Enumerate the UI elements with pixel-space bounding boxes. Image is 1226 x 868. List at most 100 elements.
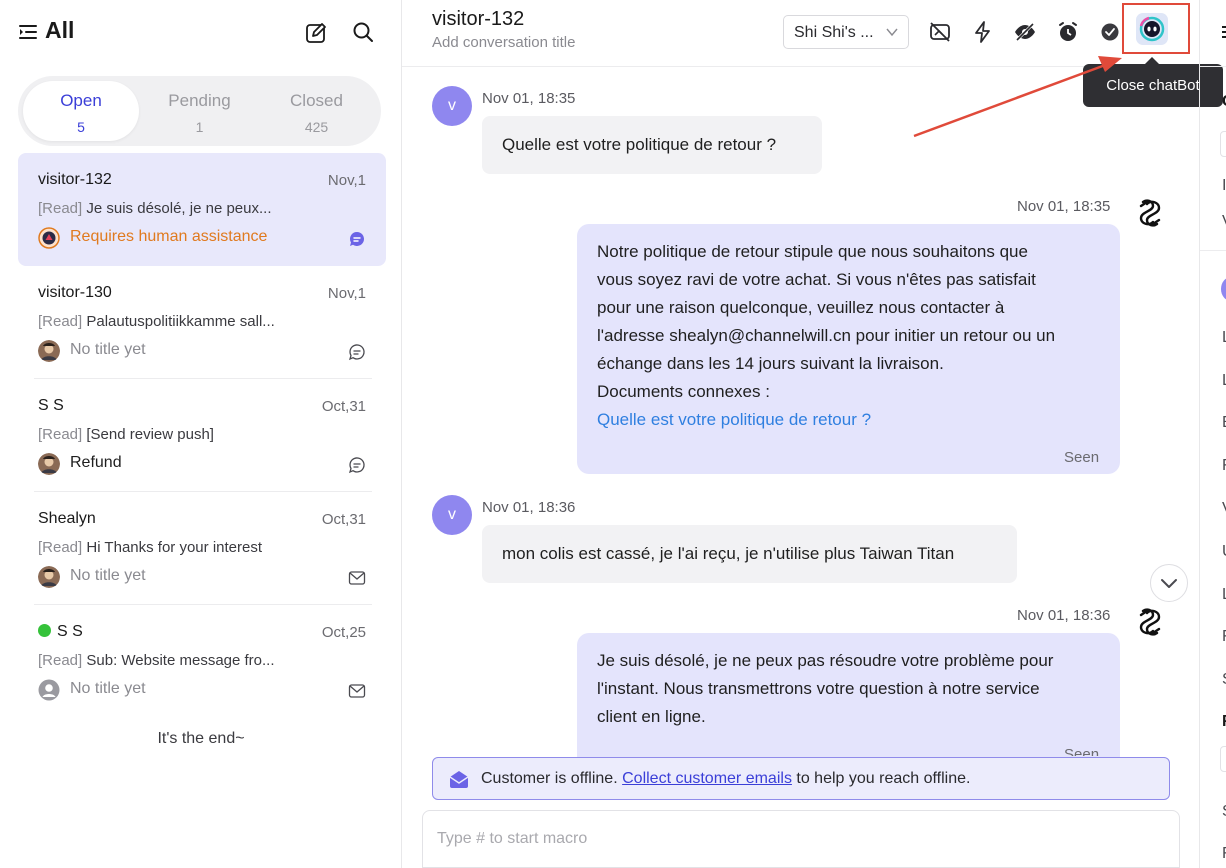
tab-closed[interactable]: Closed 425 [259, 81, 374, 141]
chevron-down-icon [886, 28, 898, 37]
tab-pending[interactable]: Pending 1 [142, 81, 257, 141]
panel-label-fragment: F [1222, 845, 1226, 863]
email-channel-icon [348, 571, 366, 585]
conversation-date: Oct,31 [321, 511, 366, 528]
assignee-select[interactable]: Shi Shi's ... [783, 15, 909, 49]
conversation-preview: [Read] Sub: Website message fro... [38, 652, 275, 669]
message-time: Nov 01, 18:36 [1017, 607, 1111, 624]
chat-channel-icon [349, 231, 364, 246]
conversation-name: Shealyn [38, 510, 96, 527]
panel-label-fragment: I [1222, 177, 1226, 195]
preview-text: Hi Thanks for your interest [86, 539, 263, 556]
related-doc-link[interactable]: Quelle est votre politique de retour ? [597, 406, 1100, 434]
sidebar-title: All [45, 17, 75, 43]
mail-icon [449, 771, 469, 788]
tab-label: Pending [168, 91, 231, 110]
conversation-preview: [Read] [Send review push] [38, 426, 214, 443]
add-title-link[interactable]: Add conversation title [432, 34, 575, 51]
seen-status: Seen [1064, 449, 1100, 466]
sidebar-header: All [0, 0, 402, 64]
seen-status: Seen [1064, 746, 1100, 756]
message-line: l'instant. Nous transmettrons votre ques… [597, 679, 1040, 698]
chatbot-toggle-button[interactable] [1136, 13, 1168, 45]
message-time: Nov 01, 18:35 [482, 90, 576, 107]
message-line: vous soyez ravi de votre achat. Si vous … [597, 270, 1036, 289]
offline-suffix: to help you reach offline. [796, 770, 971, 787]
tab-open[interactable]: Open 5 [23, 81, 139, 141]
conversation-title: No title yet [70, 567, 146, 584]
conversation-date: Nov,1 [327, 285, 366, 302]
menu-collapse-icon[interactable] [18, 22, 38, 42]
compose-icon[interactable] [304, 21, 328, 45]
message-line: échange dans les 14 jours suivant la liv… [597, 354, 944, 373]
conversation-item[interactable]: S S Oct,25 [Read] Sub: Website message f… [18, 605, 386, 718]
conversation-item[interactable]: visitor-130 Nov,1 [Read] Palautuspolitii… [18, 266, 386, 379]
conversation-title: No title yet [70, 341, 146, 358]
video-off-icon[interactable] [928, 20, 952, 44]
conversation-title: No title yet [70, 680, 146, 697]
online-status-dot [38, 624, 51, 637]
chatbot-icon [1139, 16, 1165, 42]
incoming-message: Quelle est votre politique de retour ? [482, 116, 822, 174]
conversation-name: visitor-132 [38, 171, 112, 188]
panel-field[interactable] [1220, 131, 1226, 157]
panel-avatar [1221, 277, 1226, 301]
conversation-date: Nov,1 [327, 172, 366, 189]
snooze-alarm-icon[interactable] [1056, 20, 1080, 44]
message-time: Nov 01, 18:35 [1017, 198, 1111, 215]
list-end-text: It's the end~ [157, 730, 245, 747]
status-tabs: Open 5 Pending 1 Closed 425 [18, 76, 381, 146]
message-line: client en ligne. [597, 707, 706, 726]
message-time: Nov 01, 18:36 [482, 499, 576, 516]
conversation-sidebar: All Open 5 Pending 1 Closed 425 visitor-… [0, 0, 402, 868]
conversation-item[interactable]: visitor-132 Nov,1 [Read] Je suis désolé,… [18, 153, 386, 266]
conversation-preview: [Read] Palautuspolitiikkamme sall... [38, 313, 275, 330]
conversation-title: visitor-132 [432, 8, 525, 30]
chat-channel-icon [348, 457, 365, 474]
visitor-avatar: v [432, 86, 472, 126]
conversation-date: Oct,31 [321, 398, 366, 415]
tab-count: 5 [77, 119, 85, 135]
read-tag: [Read] [38, 313, 83, 330]
tab-count: 425 [304, 119, 329, 135]
outgoing-message: Notre politique de retour stipule que no… [577, 224, 1120, 474]
conversation-preview: [Read] Hi Thanks for your interest [38, 539, 262, 556]
user-photo-avatar [38, 453, 60, 475]
read-tag: [Read] [38, 652, 83, 669]
divider [1200, 250, 1226, 251]
preview-text: Je suis désolé, je ne peux... [86, 200, 272, 217]
preview-text: [Send review push] [86, 426, 214, 443]
search-icon[interactable] [351, 20, 375, 44]
eye-hidden-icon[interactable] [1013, 20, 1037, 44]
read-tag: [Read] [38, 539, 83, 556]
panel-label-fragment: V [1222, 500, 1226, 518]
panel-label-fragment: U [1222, 543, 1226, 561]
conversation-item[interactable]: S S Oct,31 [Read] [Send review push] Ref… [18, 379, 386, 492]
panel-label-fragment: L [1222, 329, 1226, 347]
outgoing-message: Je suis désolé, je ne peux pas résoudre … [577, 633, 1120, 757]
default-user-avatar-icon [38, 679, 60, 701]
tab-count: 1 [195, 119, 204, 135]
conversation-name-text: S S [57, 623, 83, 640]
panel-label-fragment: L [1222, 372, 1226, 390]
lightning-icon[interactable] [971, 20, 995, 44]
scroll-to-bottom-button[interactable] [1150, 564, 1188, 602]
read-tag: [Read] [38, 426, 83, 443]
incoming-message: mon colis est cassé, je l'ai reçu, je n'… [482, 525, 1017, 583]
collect-emails-link[interactable]: Collect customer emails [622, 770, 792, 787]
resolve-check-icon[interactable] [1098, 20, 1122, 44]
panel-field[interactable] [1220, 746, 1226, 772]
conversation-preview: [Read] Je suis désolé, je ne peux... [38, 200, 272, 217]
offline-text: Customer is offline. Collect customer em… [481, 770, 970, 788]
conversation-item[interactable]: Shealyn Oct,31 [Read] Hi Thanks for your… [18, 492, 386, 605]
alert-avatar-icon [38, 227, 60, 249]
preview-text: Palautuspolitiikkamme sall... [86, 313, 275, 330]
highlight-box [1122, 3, 1190, 54]
read-tag: [Read] [38, 200, 83, 217]
panel-label-fragment: E [1222, 414, 1226, 432]
bot-logo-icon [1139, 608, 1161, 636]
user-photo-avatar [38, 566, 60, 588]
message-composer[interactable]: Type # to start macro [422, 810, 1180, 868]
composer-placeholder: Type # to start macro [437, 830, 588, 847]
panel-toggle-icon[interactable] [1220, 24, 1226, 40]
